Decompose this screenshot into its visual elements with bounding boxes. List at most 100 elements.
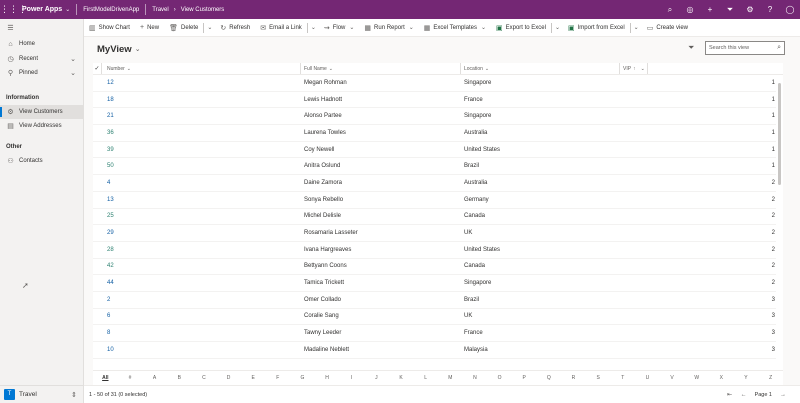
jump-bar-letter[interactable]: P bbox=[512, 375, 537, 381]
jump-bar-all[interactable]: All bbox=[93, 375, 118, 381]
row-checkbox[interactable] bbox=[93, 75, 102, 91]
export-to-excel-button[interactable]: ▣ Export to Excel bbox=[491, 19, 551, 37]
table-row[interactable]: 13 Sonya Rebello Germany 2 bbox=[93, 192, 783, 209]
jump-bar-letter[interactable]: Q bbox=[537, 375, 562, 381]
cell-number[interactable]: 2 bbox=[102, 292, 301, 308]
cell-number[interactable]: 42 bbox=[102, 259, 301, 275]
row-checkbox[interactable] bbox=[93, 175, 102, 191]
help-icon[interactable]: ? bbox=[760, 0, 780, 19]
cell-number[interactable]: 4 bbox=[102, 175, 301, 191]
jump-bar-letter[interactable]: B bbox=[167, 375, 192, 381]
jump-bar-letter[interactable]: Z bbox=[758, 375, 783, 381]
user-icon[interactable]: ◯ bbox=[780, 0, 800, 19]
table-row[interactable]: 18 Lewis Hadnott France 1 bbox=[93, 92, 783, 109]
hamburger-icon[interactable]: ☰ bbox=[6, 24, 15, 32]
row-checkbox[interactable] bbox=[93, 292, 102, 308]
cell-number[interactable]: 8 bbox=[102, 325, 301, 341]
jump-bar-letter[interactable]: V bbox=[660, 375, 685, 381]
sidebar-item-contacts[interactable]: ⚇ Contacts bbox=[0, 154, 83, 169]
jump-bar-letter[interactable]: C bbox=[192, 375, 217, 381]
sidebar-item-recent[interactable]: ◷ Recent ⌄ bbox=[0, 52, 83, 67]
row-checkbox[interactable] bbox=[93, 342, 102, 358]
jump-bar-letter[interactable]: M bbox=[438, 375, 463, 381]
filter-icon[interactable]: ⏷ bbox=[720, 0, 740, 19]
previous-page-icon[interactable]: ← bbox=[737, 392, 751, 398]
gear-icon[interactable]: ⚙ bbox=[740, 0, 760, 19]
jump-bar-letter[interactable]: # bbox=[118, 375, 143, 381]
table-row[interactable]: 2 Omer Collado Brazil 3 bbox=[93, 292, 783, 309]
jump-bar-letter[interactable]: J bbox=[364, 375, 389, 381]
cell-number[interactable]: 21 bbox=[102, 108, 301, 124]
delete-dropdown[interactable]: ⌄ bbox=[204, 19, 215, 37]
jump-bar-letter[interactable]: H bbox=[315, 375, 340, 381]
new-button[interactable]: + New bbox=[135, 19, 164, 37]
table-row[interactable]: 25 Michel Delisle Canada 2 bbox=[93, 209, 783, 226]
column-header-vip[interactable]: VIP ↑ ⌄ bbox=[620, 63, 648, 74]
cell-number[interactable]: 6 bbox=[102, 309, 301, 325]
select-all-checkbox[interactable]: ✓ bbox=[93, 63, 102, 74]
cell-number[interactable]: 18 bbox=[102, 92, 301, 108]
column-header-full-name[interactable]: Full Name ⌄ bbox=[301, 63, 461, 74]
jump-bar-letter[interactable]: D bbox=[216, 375, 241, 381]
table-row[interactable]: 50 Anitra Oslund Brazil 1 bbox=[93, 158, 783, 176]
table-row[interactable]: 4 Daine Zamora Australia 2 bbox=[93, 175, 783, 192]
row-checkbox[interactable] bbox=[93, 192, 102, 208]
jump-bar-letter[interactable]: K bbox=[389, 375, 414, 381]
cell-number[interactable]: 28 bbox=[102, 242, 301, 258]
search-icon[interactable]: ⌕ bbox=[777, 42, 781, 54]
table-row[interactable]: 39 Coy Newell United States 1 bbox=[93, 142, 783, 159]
row-checkbox[interactable] bbox=[93, 309, 102, 325]
email-dropdown[interactable]: ⌄ bbox=[308, 19, 319, 37]
jump-bar-letter[interactable]: Y bbox=[734, 375, 759, 381]
flow-button[interactable]: ⇝ Flow ⌄ bbox=[319, 19, 360, 37]
view-selector[interactable]: MyView bbox=[97, 44, 132, 55]
cell-number[interactable]: 39 bbox=[102, 142, 301, 158]
jump-bar-letter[interactable]: X bbox=[709, 375, 734, 381]
waffle-icon[interactable]: ⋮⋮⋮ bbox=[0, 0, 27, 19]
import-dropdown[interactable]: ⌄ bbox=[631, 19, 642, 37]
table-row[interactable]: 21 Alonso Partee Singapore 1 bbox=[93, 108, 783, 126]
breadcrumb-travel[interactable]: Travel bbox=[152, 7, 168, 13]
table-row[interactable]: 29 Rosamaria Lasseter UK 2 bbox=[93, 225, 783, 242]
jump-bar-letter[interactable]: S bbox=[586, 375, 611, 381]
cell-number[interactable]: 36 bbox=[102, 125, 301, 141]
filter-icon[interactable]: ⏷ bbox=[688, 43, 694, 53]
row-checkbox[interactable] bbox=[93, 142, 102, 158]
first-page-icon[interactable]: ⇤ bbox=[723, 391, 737, 398]
table-row[interactable]: 28 Ivana Hargreaves United States 2 bbox=[93, 242, 783, 259]
row-checkbox[interactable] bbox=[93, 259, 102, 275]
run-report-button[interactable]: ▦ Run Report ⌄ bbox=[359, 19, 418, 37]
sidebar-item-home[interactable]: ⌂ Home bbox=[0, 37, 83, 52]
column-header-number[interactable]: Number ⌄ bbox=[102, 63, 301, 74]
table-row[interactable]: 36 Laurena Towles Australia 1 bbox=[93, 125, 783, 142]
breadcrumb-view-customers[interactable]: View Customers bbox=[181, 7, 225, 13]
email-link-button[interactable]: ✉ Email a Link bbox=[255, 19, 307, 37]
jump-bar-letter[interactable]: O bbox=[487, 375, 512, 381]
excel-templates-button[interactable]: ▦ Excel Templates ⌄ bbox=[419, 19, 491, 37]
cell-number[interactable]: 50 bbox=[102, 158, 301, 174]
row-checkbox[interactable] bbox=[93, 225, 102, 241]
jump-bar-letter[interactable]: F bbox=[265, 375, 290, 381]
next-page-icon[interactable]: → bbox=[776, 392, 790, 398]
vertical-scrollbar[interactable] bbox=[776, 75, 783, 396]
jump-bar-letter[interactable]: R bbox=[561, 375, 586, 381]
search-icon[interactable]: ⌕ bbox=[660, 0, 680, 19]
plus-icon[interactable]: + bbox=[700, 0, 720, 19]
import-from-excel-button[interactable]: ▣ Import from Excel bbox=[563, 19, 630, 37]
search-input[interactable]: Search this view ⌕ bbox=[705, 41, 785, 55]
target-icon[interactable]: ◎ bbox=[680, 0, 700, 19]
row-checkbox[interactable] bbox=[93, 209, 102, 225]
cell-number[interactable]: 10 bbox=[102, 342, 301, 358]
delete-button[interactable]: 🗑 Delete bbox=[164, 19, 203, 37]
chevron-down-icon[interactable]: ⌄ bbox=[70, 55, 76, 63]
show-chart-button[interactable]: ▥ Show Chart bbox=[84, 19, 135, 37]
cell-number[interactable]: 13 bbox=[102, 192, 301, 208]
jump-bar-letter[interactable]: N bbox=[463, 375, 488, 381]
jump-bar-letter[interactable]: E bbox=[241, 375, 266, 381]
scrollbar-thumb[interactable] bbox=[778, 83, 781, 185]
table-row[interactable]: 10 Madaline Neblett Malaysia 3 bbox=[93, 342, 783, 359]
app-name[interactable]: Power Apps bbox=[22, 6, 62, 13]
column-header-location[interactable]: Location ⌄ bbox=[461, 63, 620, 74]
cell-number[interactable]: 12 bbox=[102, 75, 301, 91]
jump-bar-letter[interactable]: T bbox=[610, 375, 635, 381]
